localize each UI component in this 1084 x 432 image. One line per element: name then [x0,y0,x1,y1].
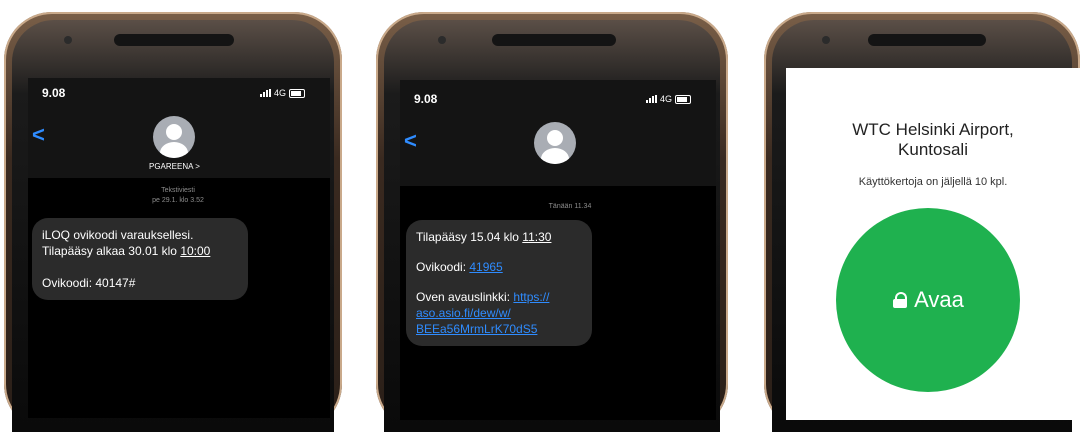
sms-screen-1: 9.08 4G < PGAREENA > Tekstiviesti pe 29.… [28,78,330,418]
message-bubble[interactable]: Tilapääsy 15.04 klo 11:30 Ovikoodi: 4196… [406,220,592,346]
lock-icon [892,292,908,308]
sms-screen-2: 9.08 4G < Tänään 11.34 Tilapääsy 15.04 k… [400,80,716,420]
message-meta: Tekstiviesti pe 29.1. klo 3.52 [108,186,248,206]
message-type: Tekstiviesti [161,187,195,194]
access-time[interactable]: 11:30 [522,230,551,244]
message-timestamp: pe 29.1. klo 3.52 [152,197,204,204]
contact-avatar[interactable] [534,122,576,164]
battery-icon [675,94,692,104]
camera-icon [822,36,830,44]
message-line-1: iLOQ ovikoodi varauksellesi. [42,228,194,242]
speaker-grille [868,34,986,46]
location-title-line-1: WTC Helsinki Airport, [852,120,1014,139]
contact-avatar[interactable] [153,116,195,158]
back-button[interactable]: < [32,124,45,146]
phone-2: 9.08 4G < Tänään 11.34 Tilapääsy 15.04 k… [376,12,728,432]
message-timestamp: Tänään 11.34 [548,203,592,210]
signal-icon [646,95,657,103]
phone-1: 9.08 4G < PGAREENA > Tekstiviesti pe 29.… [4,12,342,432]
battery-icon [289,88,306,98]
code-label: Ovikoodi: [416,260,470,274]
door-app-screen: WTC Helsinki Airport, Kuntosali Käyttöke… [786,68,1080,420]
open-link-part-3[interactable]: BEEa56MrmLrK70dS5 [416,322,537,336]
door-code: Ovikoodi: 40147# [42,276,136,290]
access-label: Tilapääsy 15.04 klo [416,230,523,244]
status-time: 9.08 [414,92,438,106]
open-door-button[interactable]: Avaa [836,208,1020,392]
location-title-line-2: Kuntosali [898,140,968,159]
status-time: 9.08 [42,86,66,100]
open-link-part-2[interactable]: aso.asio.fi/dew/w/ [416,306,511,320]
speaker-grille [492,34,616,46]
message-line-2: Tilapääsy alkaa 30.01 klo [42,244,181,258]
message-bubble[interactable]: iLOQ ovikoodi varauksellesi. Tilapääsy a… [32,218,248,300]
status-indicators: 4G [260,88,306,98]
speaker-grille [114,34,234,46]
network-type: 4G [274,88,287,98]
back-button[interactable]: < [404,130,417,152]
network-type: 4G [660,94,673,104]
sender-name[interactable]: PGAREENA > [149,162,200,171]
signal-icon [260,89,271,97]
status-indicators: 4G [646,94,692,104]
link-label: Oven avauslinkki: [416,290,514,304]
open-link-part-1[interactable]: https:// [513,290,549,304]
camera-icon [438,36,446,44]
phone-3: WTC Helsinki Airport, Kuntosali Käyttöke… [764,12,1080,432]
uses-remaining: Käyttökertoja on jäljellä 10 kpl. [858,176,1008,188]
camera-icon [64,36,72,44]
door-code-link[interactable]: 41965 [469,260,502,274]
open-door-label: Avaa [914,287,964,312]
location-title: WTC Helsinki Airport, Kuntosali [786,120,1080,160]
access-time[interactable]: 10:00 [180,244,210,258]
